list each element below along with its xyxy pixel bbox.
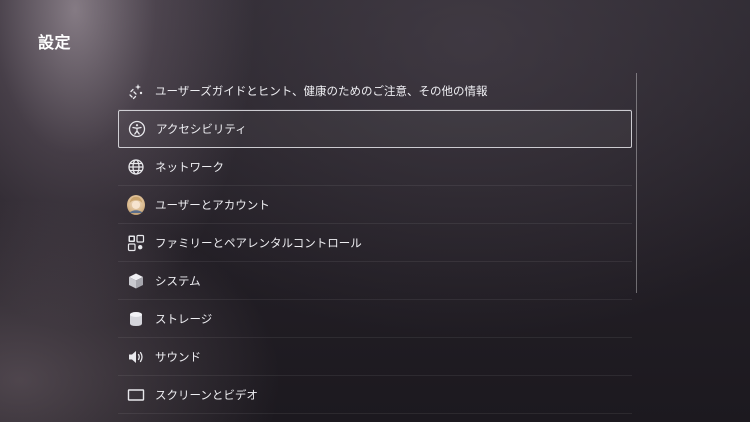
menu-item-accessibility[interactable]: アクセシビリティ: [118, 110, 632, 148]
screen-icon: [127, 386, 145, 404]
menu-item-label: スクリーンとビデオ: [155, 387, 258, 402]
settings-menu: ユーザーズガイドとヒント、健康のためのご注意、その他の情報 アクセシビリティ ネ…: [118, 72, 632, 414]
menu-item-sound[interactable]: サウンド: [118, 338, 632, 376]
speaker-icon: [127, 348, 145, 366]
storage-icon: [127, 310, 145, 328]
menu-item-label: システム: [155, 273, 201, 288]
menu-item-label: ネットワーク: [155, 159, 224, 174]
cube-icon: [127, 272, 145, 290]
menu-item-label: サウンド: [155, 349, 201, 364]
globe-icon: [127, 158, 145, 176]
family-controls-icon: [127, 234, 145, 252]
menu-item-label: ファミリーとペアレンタルコントロール: [155, 235, 362, 250]
menu-item-storage[interactable]: ストレージ: [118, 300, 632, 338]
menu-item-screen-video[interactable]: スクリーンとビデオ: [118, 376, 632, 414]
menu-item-system[interactable]: システム: [118, 262, 632, 300]
sparkle-guide-icon: [127, 82, 145, 100]
menu-item-family-parental[interactable]: ファミリーとペアレンタルコントロール: [118, 224, 632, 262]
menu-item-users-accounts[interactable]: ユーザーとアカウント: [118, 186, 632, 224]
page-title: 設定: [38, 33, 72, 52]
menu-item-label: ユーザーズガイドとヒント、健康のためのご注意、その他の情報: [155, 83, 488, 98]
menu-item-label: ユーザーとアカウント: [155, 197, 270, 212]
menu-item-network[interactable]: ネットワーク: [118, 148, 632, 186]
accessibility-icon: [128, 120, 146, 138]
menu-item-user-guide[interactable]: ユーザーズガイドとヒント、健康のためのご注意、その他の情報: [118, 72, 632, 110]
menu-item-label: ストレージ: [155, 311, 213, 326]
avatar: [127, 194, 145, 215]
menu-item-label: アクセシビリティ: [156, 122, 247, 136]
avatar-icon: [127, 194, 145, 215]
scrollbar[interactable]: [636, 73, 637, 293]
